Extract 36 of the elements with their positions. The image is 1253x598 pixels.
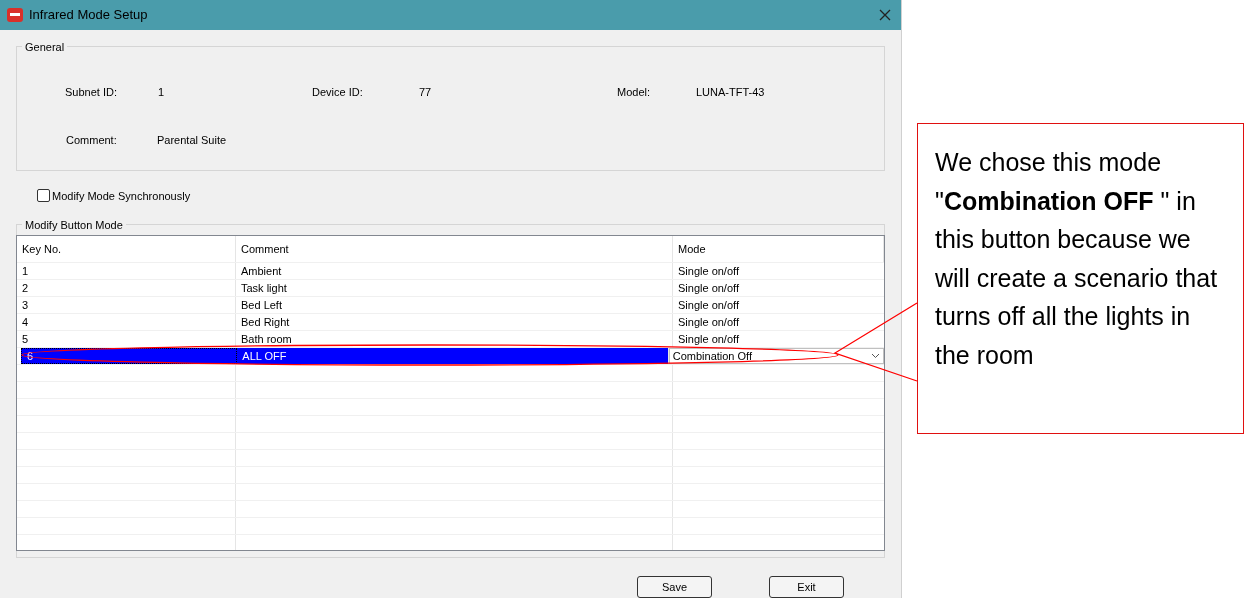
table-cell[interactable]: Bath room [236, 331, 673, 347]
field-label: Comment: [66, 133, 118, 148]
table-cell[interactable]: 1 [17, 263, 236, 279]
table-cell[interactable]: Single on/off [673, 263, 884, 279]
table-cell[interactable]: 5 [17, 331, 236, 347]
table-cell[interactable]: 4 [17, 314, 236, 330]
checkbox[interactable] [37, 189, 50, 203]
close-icon[interactable] [879, 8, 891, 21]
table-cell[interactable]: 3 [17, 297, 236, 313]
table-cell[interactable]: ALL OFF [237, 348, 669, 364]
column-header[interactable]: Mode [673, 236, 884, 262]
table-cell[interactable]: Ambient [236, 263, 673, 279]
field-label: Device ID: [312, 84, 364, 100]
field-label: Model: [617, 84, 652, 100]
table-cell[interactable]: Single on/off [673, 297, 884, 313]
table-cell[interactable]: Task light [236, 280, 673, 296]
table-cell[interactable]: Single on/off [673, 331, 884, 347]
chevron-down-icon [871, 353, 880, 359]
field-value: 1 [158, 84, 166, 100]
window-title: Infrared Mode Setup [29, 6, 148, 24]
table-cell[interactable]: Bed Right [236, 314, 673, 330]
table-cell[interactable]: Bed Left [236, 297, 673, 313]
exit-button[interactable]: Exit [769, 576, 844, 598]
field-value: Parental Suite [157, 133, 227, 148]
callout-text: We chose this mode "Combination OFF " in this button because we will create a scenario that turns off all the lights in the room [935, 147, 1219, 371]
field-value: 77 [419, 84, 433, 100]
table-cell[interactable]: Single on/off [673, 280, 884, 296]
field-value: LUNA-TFT-43 [696, 84, 765, 100]
column-header[interactable]: Key No. [17, 236, 236, 262]
table-cell[interactable]: 2 [17, 280, 236, 296]
table-cell[interactable]: Single on/off [673, 314, 884, 330]
checkbox-label: Modify Mode Synchronously [52, 188, 191, 204]
save-button[interactable]: Save [637, 576, 712, 598]
column-header[interactable]: Comment [236, 236, 673, 262]
app-logo-icon [7, 7, 23, 22]
field-label: Subnet ID: [65, 84, 118, 100]
